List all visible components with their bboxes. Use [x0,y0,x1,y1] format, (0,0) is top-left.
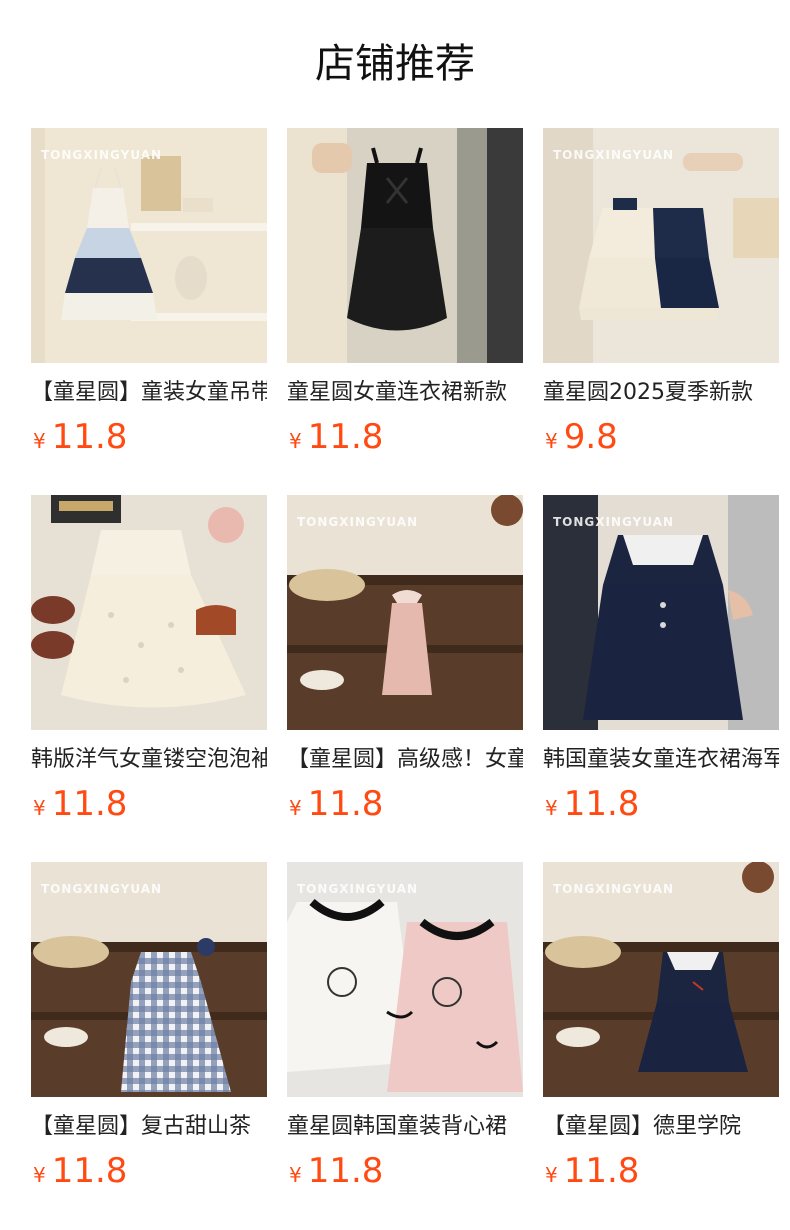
product-card[interactable]: TONGXINGYUAN 【童星圆】复古甜山茶 ¥11.8 [31,862,267,1229]
product-price: ¥11.8 [287,1149,523,1193]
currency-symbol: ¥ [33,429,46,453]
product-image[interactable]: TONGXINGYUAN [287,495,523,730]
price-value: 11.8 [563,784,640,824]
currency-symbol: ¥ [289,796,302,820]
product-name[interactable]: 【童星圆】高级感！女童 [287,744,523,776]
currency-symbol: ¥ [289,429,302,453]
price-value: 11.8 [51,1151,128,1191]
currency-symbol: ¥ [33,1163,46,1187]
product-photo-blue-gingham-dress [31,862,267,1097]
product-image[interactable] [31,495,267,730]
price-value: 9.8 [563,417,618,457]
product-image[interactable]: TONGXINGYUAN [287,862,523,1097]
product-photo-pink-collar-dress [287,495,523,730]
price-value: 11.8 [307,1151,384,1191]
product-name[interactable]: 童星圆韩国童装背心裙 [287,1111,523,1143]
product-price: ¥11.8 [287,782,523,826]
watermark: TONGXINGYUAN [553,515,675,529]
product-card[interactable]: 童星圆女童连衣裙新款 ¥11.8 [287,128,523,495]
product-photo-navy-sailor-pleated-dress [543,862,779,1097]
price-value: 11.8 [51,784,128,824]
product-card[interactable]: TONGXINGYUAN 童星圆韩国童装背心裙 ¥11.8 [287,862,523,1229]
product-card[interactable]: TONGXINGYUAN 童星圆2025夏季新款 ¥9.8 [543,128,779,495]
page-title: 店铺推荐 [315,41,475,87]
product-card[interactable]: TONGXINGYUAN 韩国童装女童连衣裙海军 ¥11.8 [543,495,779,862]
product-price: ¥11.8 [543,782,779,826]
watermark: TONGXINGYUAN [297,515,419,529]
product-price: ¥11.8 [31,415,267,459]
price-value: 11.8 [307,784,384,824]
product-price: ¥11.8 [543,1149,779,1193]
currency-symbol: ¥ [33,796,46,820]
product-photo-navy-cream-dress [543,128,779,363]
product-image[interactable]: TONGXINGYUAN [543,128,779,363]
product-photo-printed-tank-dresses [287,862,523,1097]
currency-symbol: ¥ [289,1163,302,1187]
product-card[interactable]: TONGXINGYUAN 【童星圆】高级感！女童 ¥11.8 [287,495,523,862]
product-image[interactable]: TONGXINGYUAN [31,862,267,1097]
watermark: TONGXINGYUAN [297,882,419,896]
product-card[interactable]: TONGXINGYUAN 【童星圆】童装女童吊带裙 ¥11.8 [31,128,267,495]
product-name[interactable]: 【童星圆】复古甜山茶 [31,1111,267,1143]
product-card[interactable]: TONGXINGYUAN 【童星圆】德里学院 ¥11.8 [543,862,779,1229]
currency-symbol: ¥ [545,1163,558,1187]
watermark: TONGXINGYUAN [553,882,675,896]
currency-symbol: ¥ [545,796,558,820]
price-value: 11.8 [563,1151,640,1191]
product-image[interactable] [287,128,523,363]
product-image[interactable]: TONGXINGYUAN [543,495,779,730]
product-name[interactable]: 韩版洋气女童镂空泡泡袖 [31,744,267,776]
product-photo-black-bubble-dress [287,128,523,363]
product-price: ¥11.8 [287,415,523,459]
watermark: TONGXINGYUAN [553,148,675,162]
watermark: TONGXINGYUAN [41,148,163,162]
product-name[interactable]: 【童星圆】童装女童吊带裙 [31,377,267,409]
product-image[interactable]: TONGXINGYUAN [543,862,779,1097]
product-price: ¥9.8 [543,415,779,459]
product-photo-navy-sailor-dress [543,495,779,730]
product-price: ¥11.8 [31,782,267,826]
product-name[interactable]: 【童星圆】德里学院 [543,1111,779,1143]
product-image[interactable]: TONGXINGYUAN [31,128,267,363]
product-name[interactable]: 韩国童装女童连衣裙海军 [543,744,779,776]
product-name[interactable]: 童星圆女童连衣裙新款 [287,377,523,409]
product-price: ¥11.8 [31,1149,267,1193]
product-photo-white-eyelet-dress [31,495,267,730]
product-photo-white-blue-tiered-dress [31,128,267,363]
product-grid: TONGXINGYUAN 【童星圆】童装女童吊带裙 ¥11.8 童星圆女童连衣裙… [31,128,779,1229]
price-value: 11.8 [307,417,384,457]
price-value: 11.8 [51,417,128,457]
product-name[interactable]: 童星圆2025夏季新款 [543,377,779,409]
watermark: TONGXINGYUAN [41,882,163,896]
product-card[interactable]: 韩版洋气女童镂空泡泡袖 ¥11.8 [31,495,267,862]
currency-symbol: ¥ [545,429,558,453]
